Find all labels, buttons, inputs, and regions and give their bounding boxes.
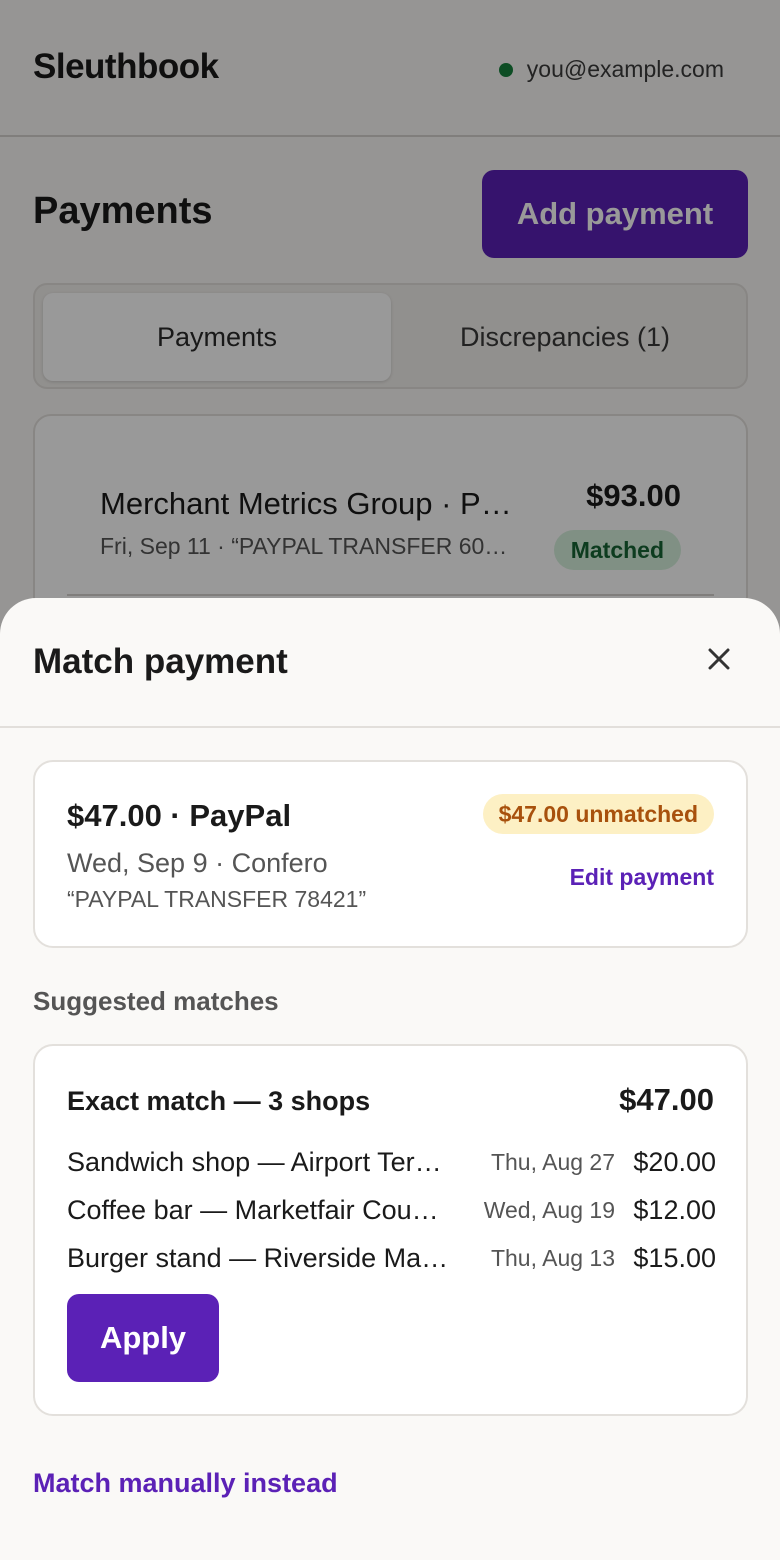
edit-payment-link[interactable]: Edit payment (570, 864, 714, 891)
suggested-matches-heading: Suggested matches (33, 986, 279, 1016)
shop-amount: $12.00 (633, 1195, 716, 1225)
shop-name: Sandwich shop — Airport Ter… (67, 1147, 442, 1177)
shop-name: Coffee bar — Marketfair Cou… (67, 1195, 439, 1225)
shop-amount: $20.00 (633, 1147, 716, 1177)
list-item: Coffee bar — Marketfair Cou… Wed, Aug 19… (67, 1190, 716, 1230)
shop-date: Wed, Aug 19 (483, 1197, 615, 1223)
shop-amount: $15.00 (633, 1243, 716, 1273)
payment-date-payer: Wed, Sep 9 · Confero (67, 848, 328, 878)
apply-button[interactable]: Apply (67, 1294, 219, 1382)
suggested-match-card: Exact match — 3 shops $47.00 Sandwich sh… (33, 1044, 748, 1416)
payment-headline: $47.00 · PayPal (67, 798, 292, 833)
match-total: $47.00 (619, 1082, 714, 1117)
payment-memo: “PAYPAL TRANSFER 78421” (67, 886, 367, 912)
sheet-header: Match payment (0, 598, 780, 728)
list-item: Burger stand — Riverside Ma… Thu, Aug 13… (67, 1238, 716, 1278)
match-payment-sheet: Match payment $47.00 · PayPal Wed, Sep 9… (0, 598, 780, 1560)
unmatched-badge: $47.00 unmatched (482, 794, 714, 834)
sheet-title: Match payment (33, 642, 288, 681)
shop-date: Thu, Aug 27 (490, 1149, 615, 1175)
shop-name: Burger stand — Riverside Ma… (67, 1243, 449, 1273)
list-item: Sandwich shop — Airport Ter… Thu, Aug 27… (67, 1142, 716, 1182)
shop-date: Thu, Aug 13 (490, 1245, 615, 1271)
match-title: Exact match — 3 shops (67, 1086, 371, 1116)
payment-summary-card: $47.00 · PayPal Wed, Sep 9 · Confero “PA… (33, 760, 748, 948)
match-manually-link[interactable]: Match manually instead (33, 1468, 338, 1499)
close-icon (708, 648, 730, 670)
close-button[interactable] (692, 632, 746, 686)
